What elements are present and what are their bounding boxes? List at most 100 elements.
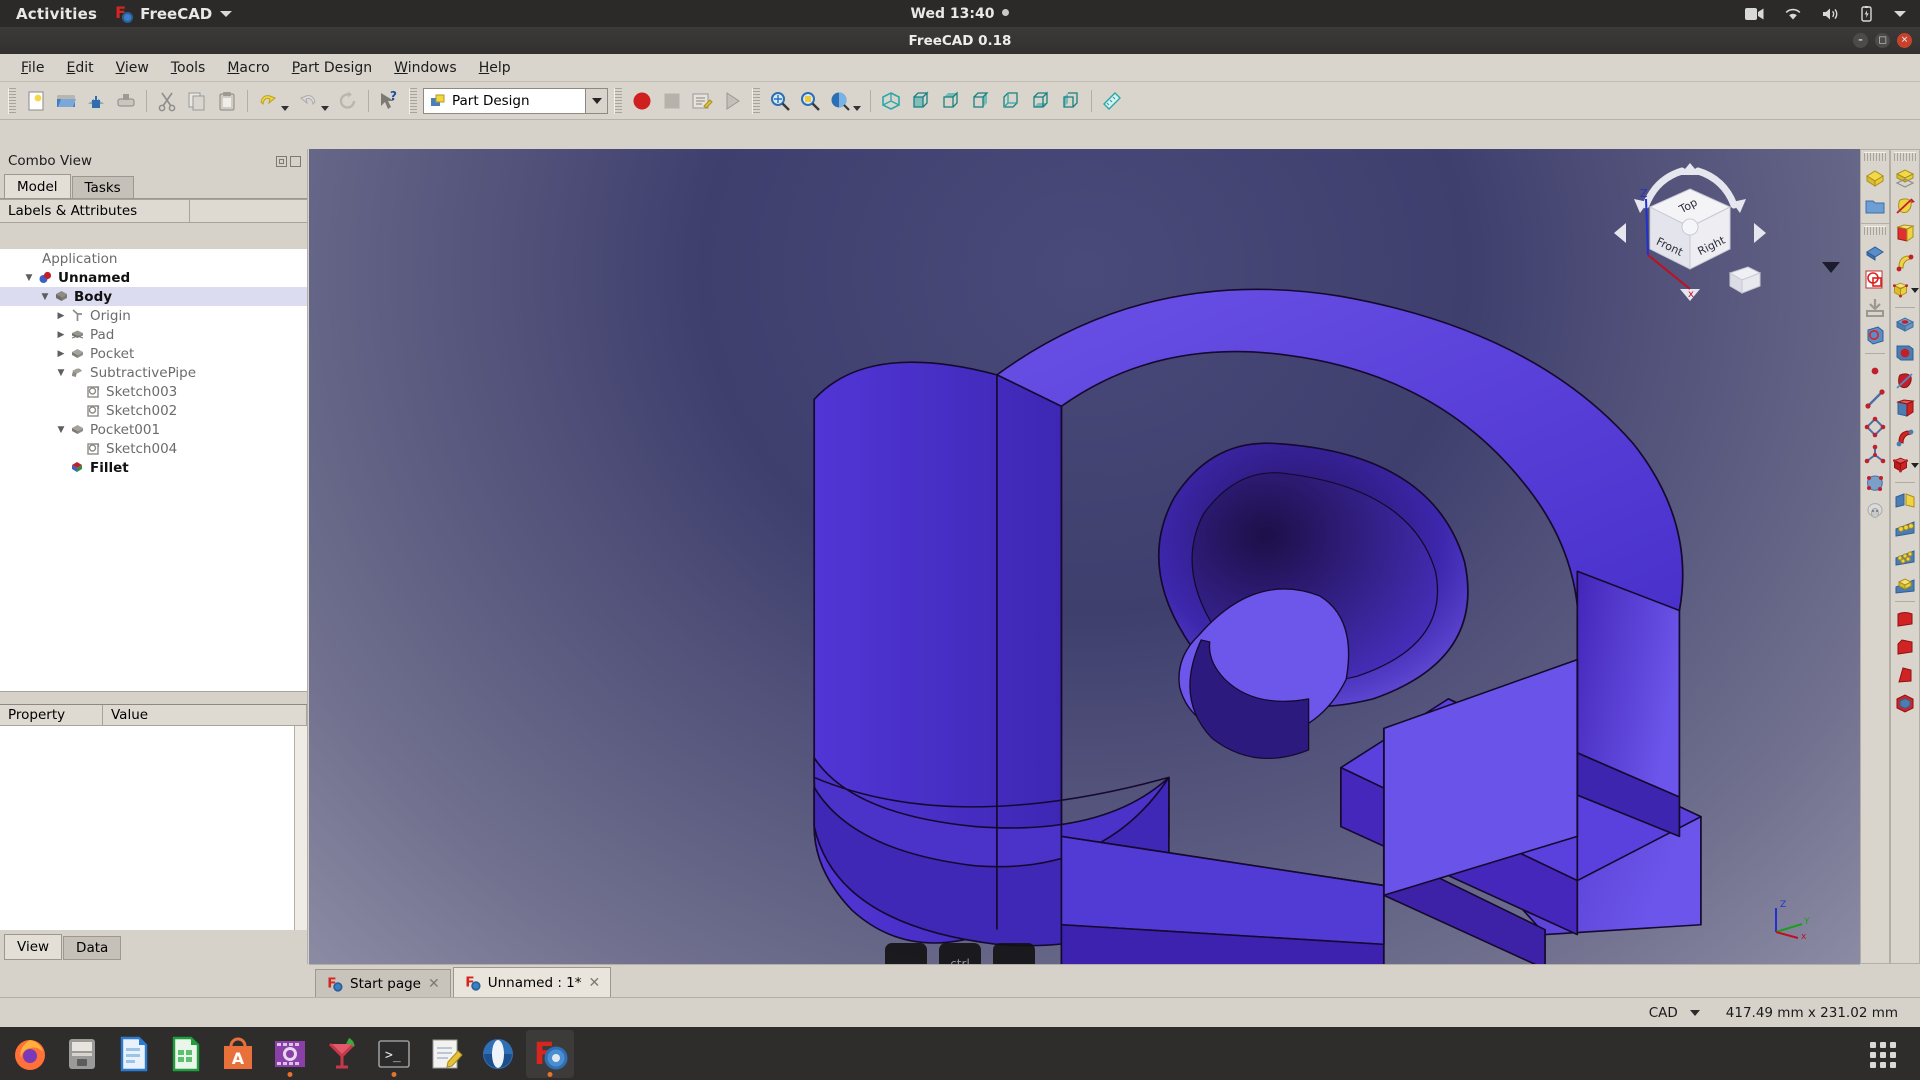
measure-icon[interactable] <box>1098 87 1126 115</box>
model-tree[interactable]: Application ▼ Unnamed ▼ Body ▶ Origin ▶ Pad ▶ Pock… <box>0 249 307 692</box>
additive-pipe-icon[interactable] <box>1891 248 1919 276</box>
top-view-icon[interactable] <box>937 87 965 115</box>
macro-edit-icon[interactable] <box>688 87 716 115</box>
navigation-style-selector[interactable]: CAD <box>1649 1005 1700 1021</box>
toolbar-grip[interactable] <box>1894 152 1916 161</box>
close-icon[interactable]: ✕ <box>428 976 440 992</box>
clone-sheep-icon[interactable] <box>1861 497 1889 525</box>
toolbar-grip[interactable] <box>752 87 760 114</box>
dock-libreoffice-calc-icon[interactable] <box>162 1030 210 1078</box>
tree-item-origin[interactable]: ▶ Origin <box>0 306 307 325</box>
toolbar-grip[interactable] <box>409 87 417 114</box>
cut-icon[interactable] <box>153 87 181 115</box>
chevron-down-icon[interactable] <box>1911 462 1919 468</box>
clock-area[interactable]: Wed 13:40 <box>0 6 1920 22</box>
subtractive-primitive-icon[interactable] <box>1891 451 1919 479</box>
close-button[interactable]: ✕ <box>1897 33 1912 48</box>
toolbar-grip[interactable] <box>8 87 16 114</box>
chevron-down-icon[interactable] <box>1689 1009 1700 1016</box>
linear-pattern-icon[interactable] <box>1891 514 1919 542</box>
chevron-down-icon[interactable] <box>585 88 607 113</box>
chevron-down-icon[interactable] <box>1911 287 1919 293</box>
tree-item-sketch004[interactable]: Sketch004 <box>0 439 307 458</box>
create-local-coordinate-system-icon[interactable] <box>1861 441 1889 469</box>
workbench-selector[interactable]: Part Design <box>423 87 608 114</box>
draw-style-dropdown-icon[interactable] <box>853 106 861 111</box>
redo-dropdown-icon[interactable] <box>321 106 329 111</box>
dock-text-editor-icon[interactable] <box>422 1030 470 1078</box>
dock-app-grid-purple-icon[interactable] <box>266 1030 314 1078</box>
property-view-data-tabs[interactable]: View Data <box>4 934 122 960</box>
create-shape-binder-icon[interactable] <box>1861 322 1889 350</box>
toolbar-grip[interactable] <box>1864 152 1886 161</box>
maximize-button[interactable]: □ <box>1875 33 1890 48</box>
menu-windows[interactable]: Windows <box>383 56 468 80</box>
main-toolbar[interactable]: ? Part Design <box>0 82 1920 120</box>
create-datum-point-icon[interactable] <box>1861 357 1889 385</box>
map-sketch-icon[interactable] <box>1861 294 1889 322</box>
chevron-down-icon[interactable] <box>1894 10 1906 17</box>
tree-item-body[interactable]: ▼ Body <box>0 287 307 306</box>
redo-icon[interactable] <box>294 87 322 115</box>
tab-model[interactable]: Model <box>4 174 71 198</box>
create-sketch-icon[interactable] <box>1861 238 1889 266</box>
subtractive-pipe-icon[interactable] <box>1891 423 1919 451</box>
tree-item-subtractivepipe[interactable]: ▼ SubtractivePipe <box>0 363 307 382</box>
3d-viewport[interactable]: Top Front Right Z x Z Y x <box>309 149 1860 964</box>
minimize-button[interactable]: – <box>1853 33 1868 48</box>
close-icon[interactable]: ✕ <box>589 975 601 991</box>
menu-part-design[interactable]: Part Design <box>281 56 383 80</box>
undo-icon[interactable] <box>254 87 282 115</box>
toolbar-grip[interactable] <box>1864 226 1886 235</box>
part-design-features-toolbar[interactable] <box>1890 149 1920 964</box>
fit-all-icon[interactable] <box>766 87 794 115</box>
tree-item-sketch002[interactable]: Sketch002 <box>0 401 307 420</box>
document-tab-unnamed[interactable]: F Unnamed : 1* ✕ <box>452 967 612 997</box>
tree-column-header[interactable]: Labels & Attributes <box>0 199 307 223</box>
menu-help[interactable]: Help <box>468 56 522 80</box>
dock-libreoffice-writer-icon[interactable] <box>110 1030 158 1078</box>
pocket-icon[interactable] <box>1891 311 1919 339</box>
edit-sketch-icon[interactable] <box>1861 266 1889 294</box>
left-view-icon[interactable] <box>1057 87 1085 115</box>
toolbar-grip[interactable] <box>614 87 622 114</box>
ubuntu-dock[interactable]: A >_ F <box>0 1027 1920 1080</box>
fit-selection-icon[interactable] <box>796 87 824 115</box>
polar-pattern-icon[interactable] <box>1891 542 1919 570</box>
float-panel-button[interactable] <box>276 155 287 167</box>
dock-files-icon[interactable] <box>58 1030 106 1078</box>
macro-record-icon[interactable] <box>628 87 656 115</box>
chevron-down-icon[interactable]: ▼ <box>54 425 68 435</box>
dock-freecad-icon[interactable]: F <box>526 1029 574 1078</box>
paste-icon[interactable] <box>213 87 241 115</box>
pad-icon[interactable] <box>1891 164 1919 192</box>
tab-view[interactable]: View <box>4 934 63 960</box>
menu-view[interactable]: View <box>105 56 160 80</box>
chevron-down-icon[interactable]: ▼ <box>22 273 36 283</box>
tab-tasks[interactable]: Tasks <box>71 176 134 198</box>
create-body-icon[interactable] <box>1861 164 1889 192</box>
copy-icon[interactable] <box>183 87 211 115</box>
tree-item-pocket[interactable]: ▶ Pocket <box>0 344 307 363</box>
menu-tools[interactable]: Tools <box>160 56 217 80</box>
mirrored-icon[interactable] <box>1891 486 1919 514</box>
additive-primitive-icon[interactable] <box>1891 276 1919 304</box>
create-datum-line-icon[interactable] <box>1861 385 1889 413</box>
open-document-icon[interactable] <box>52 87 80 115</box>
rear-view-icon[interactable] <box>997 87 1025 115</box>
part-design-modeling-toolbar[interactable] <box>1860 223 1890 964</box>
tree-item-application[interactable]: Application <box>0 249 307 268</box>
save-as-icon[interactable] <box>112 87 140 115</box>
additive-loft-icon[interactable] <box>1891 220 1919 248</box>
window-controls[interactable]: – □ ✕ <box>1853 27 1912 54</box>
right-view-icon[interactable] <box>967 87 995 115</box>
subtractive-loft-icon[interactable] <box>1891 395 1919 423</box>
menu-edit[interactable]: Edit <box>55 56 104 80</box>
property-column-header[interactable]: Property Value <box>0 704 307 726</box>
menu-file[interactable]: File <box>10 56 55 80</box>
chevron-right-icon[interactable]: ▶ <box>54 330 68 340</box>
chevron-down-icon[interactable]: ▼ <box>38 292 52 302</box>
chevron-down-icon[interactable]: ▼ <box>54 368 68 378</box>
menubar[interactable]: File Edit View Tools Macro Part Design W… <box>0 54 1920 82</box>
navcube-menu-caret-icon[interactable] <box>1818 257 1844 277</box>
